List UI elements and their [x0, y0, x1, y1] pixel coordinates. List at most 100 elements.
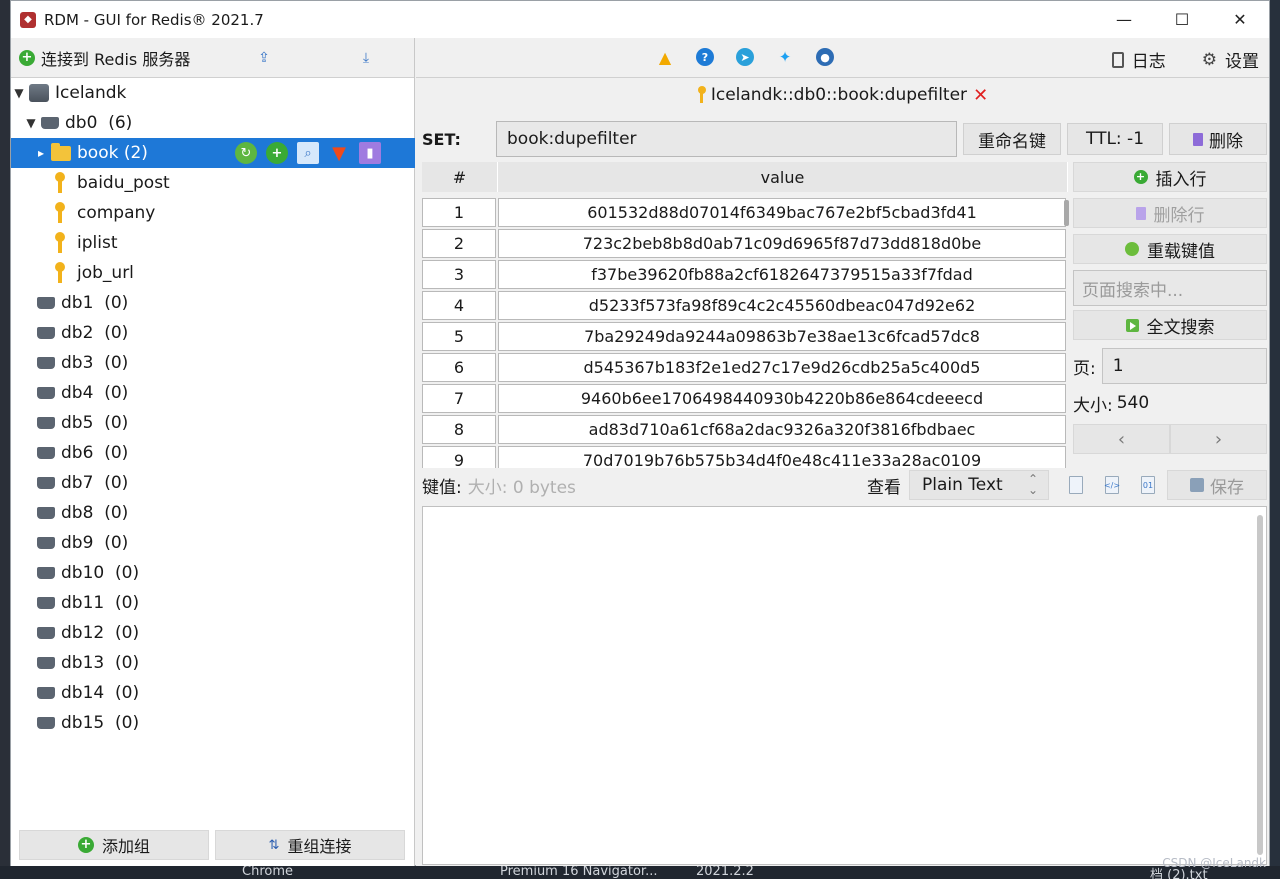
table-row[interactable]: 8 ad83d710a61cf68a2dac9326a320f3816fbdbae… — [422, 415, 1068, 446]
rename-key-button[interactable]: 重命名键 — [963, 123, 1061, 155]
page-search-input[interactable]: 页面搜索中... — [1073, 270, 1267, 306]
taskbar-item[interactable]: Premium 16 Navigator... — [500, 866, 657, 879]
warning-icon[interactable]: ▲ — [656, 48, 674, 67]
export-icon[interactable]: ⤓ — [357, 49, 375, 67]
github-icon[interactable]: ● — [816, 48, 834, 66]
copy-icon[interactable] — [1069, 476, 1083, 494]
value-label: 键值: — [422, 477, 462, 498]
collapse-arrow-icon[interactable]: ▸ — [35, 146, 47, 160]
tree-key-row[interactable]: job_url — [11, 258, 415, 288]
close-button[interactable]: ✕ — [1211, 1, 1269, 38]
row-value-cell[interactable]: d5233f573fa98f89c4c2c45560dbeac047d92e62 — [498, 291, 1066, 320]
tree-database-row[interactable]: db14 (0) — [11, 678, 415, 708]
database-icon — [37, 627, 55, 639]
insert-row-button[interactable]: + 插入行 — [1073, 162, 1267, 192]
expand-arrow-icon[interactable]: ▼ — [13, 86, 25, 100]
tree-key-row[interactable]: iplist — [11, 228, 415, 258]
row-value-cell[interactable]: d545367b183f2e1ed27c17e9d26cdb25a5c400d5 — [498, 353, 1066, 382]
table-row[interactable]: 1 601532d88d07014f6349bac767e2bf5cbad3fd4… — [422, 198, 1068, 229]
row-value-cell[interactable]: ad83d710a61cf68a2dac9326a320f3816fbdbaec — [498, 415, 1066, 444]
table-row[interactable]: 9 70d7019b76b575b34d4f0e48c411e33a28ac010… — [422, 446, 1068, 468]
ttl-button[interactable]: TTL: -1 — [1067, 123, 1163, 155]
tree-db0-row[interactable]: ▼ db0 (6) — [11, 108, 415, 138]
twitter-icon[interactable]: ✦ — [776, 48, 794, 66]
code-icon[interactable]: </> — [1104, 476, 1120, 494]
column-header-value[interactable]: value — [498, 162, 1068, 192]
tree-database-row[interactable]: db7 (0) — [11, 468, 415, 498]
binary-icon[interactable]: 01 — [1141, 476, 1155, 494]
reorder-connections-button[interactable]: ⇅ 重组连接 — [215, 830, 405, 860]
help-icon[interactable]: ? — [696, 48, 714, 66]
connect-server-button[interactable]: + 连接到 Redis 服务器 — [19, 46, 190, 70]
filter-icon[interactable]: ▼ — [328, 142, 350, 164]
connection-footer: + 添加组 ⇅ 重组连接 — [19, 830, 405, 860]
column-header-index[interactable]: # — [422, 162, 498, 192]
tree-folder-row[interactable]: ▸ book (2) ↻ + ⌕ ▼ ▮ — [11, 138, 415, 168]
plus-icon: + — [19, 49, 35, 66]
fulltext-search-button[interactable]: 全文搜索 — [1073, 310, 1267, 340]
table-row[interactable]: 7 9460b6ee1706498440930b4220b86e864cdeeec… — [422, 384, 1068, 415]
add-group-label: 添加组 — [101, 837, 150, 856]
tree-database-row[interactable]: db11 (0) — [11, 588, 415, 618]
reload-value-button[interactable]: 重载键值 — [1073, 234, 1267, 264]
key-name-field[interactable]: book:dupefilter — [496, 121, 957, 157]
table-row[interactable]: 3 f37be39620fb88a2cf6182647379515a33f7fda… — [422, 260, 1068, 291]
view-mode-select[interactable]: Plain Text ⌃ ⌄ — [909, 470, 1049, 500]
tree-database-row[interactable]: db5 (0) — [11, 408, 415, 438]
taskbar-item[interactable]: 2021.2.2 — [696, 866, 754, 879]
table-scrollbar[interactable] — [1064, 200, 1069, 226]
tree-database-row[interactable]: db3 (0) — [11, 348, 415, 378]
tree-key-row[interactable]: baidu_post — [11, 168, 415, 198]
delete-row-button[interactable]: 删除行 — [1073, 198, 1267, 228]
close-tab-icon[interactable]: ✕ — [973, 85, 988, 106]
analyze-icon[interactable]: ⌕ — [297, 142, 319, 164]
expand-arrow-icon[interactable]: ▼ — [25, 116, 37, 130]
telegram-icon[interactable]: ➤ — [736, 48, 754, 66]
tree-database-row[interactable]: db15 (0) — [11, 708, 415, 738]
delete-row-label: 删除行 — [1153, 205, 1205, 226]
tree-database-row[interactable]: db9 (0) — [11, 528, 415, 558]
row-value-cell[interactable]: 7ba29249da9244a09863b7e38ae13c6fcad57dc8 — [498, 322, 1066, 351]
delete-key-button[interactable]: 删除 — [1169, 123, 1267, 155]
delete-icon[interactable]: ▮ — [359, 142, 381, 164]
size-value: 540 — [1116, 393, 1150, 413]
tree-database-row[interactable]: db8 (0) — [11, 498, 415, 528]
table-row[interactable]: 5 7ba29249da9244a09863b7e38ae13c6fcad57dc… — [422, 322, 1068, 353]
tree-database-row[interactable]: db2 (0) — [11, 318, 415, 348]
table-row[interactable]: 6 d545367b183f2e1ed27c17e9d26cdb25a5c400d… — [422, 353, 1068, 384]
row-value-cell[interactable]: 9460b6ee1706498440930b4220b86e864cdeeecd — [498, 384, 1066, 413]
editor-scrollbar[interactable] — [1257, 515, 1263, 855]
tree-database-row[interactable]: db10 (0) — [11, 558, 415, 588]
toolbar-right: 日志 ⚙ 设置 — [1111, 47, 1259, 73]
taskbar-item[interactable]: Chrome — [242, 866, 293, 879]
row-value-cell[interactable]: 601532d88d07014f6349bac767e2bf5cbad3fd41 — [498, 198, 1066, 227]
row-value-cell[interactable]: 70d7019b76b575b34d4f0e48c411e33a28ac0109 — [498, 446, 1066, 468]
db-count: (0) — [104, 383, 129, 403]
settings-button[interactable]: ⚙ 设置 — [1202, 47, 1259, 73]
tree-database-row[interactable]: db6 (0) — [11, 438, 415, 468]
tree-server-row[interactable]: ▼ Icelandk — [11, 78, 415, 108]
log-button[interactable]: 日志 — [1111, 47, 1166, 72]
tree-database-row[interactable]: db13 (0) — [11, 648, 415, 678]
row-value-cell[interactable]: f37be39620fb88a2cf6182647379515a33f7fdad — [498, 260, 1066, 289]
previous-page-button[interactable]: ‹ — [1073, 424, 1170, 454]
tree-key-row[interactable]: company — [11, 198, 415, 228]
add-group-button[interactable]: + 添加组 — [19, 830, 209, 860]
value-editor[interactable] — [422, 506, 1267, 865]
table-row[interactable]: 4 d5233f573fa98f89c4c2c45560dbeac047d92e6… — [422, 291, 1068, 322]
tab-key-label[interactable]: Icelandk::db0::book:dupefilter — [711, 85, 967, 105]
add-key-icon[interactable]: + — [266, 142, 288, 164]
tree-database-row[interactable]: db4 (0) — [11, 378, 415, 408]
minimize-button[interactable]: — — [1095, 1, 1153, 38]
next-page-button[interactable]: › — [1170, 424, 1267, 454]
save-value-button[interactable]: 保存 — [1167, 470, 1267, 500]
table-row[interactable]: 2 723c2beb8b8d0ab71c09d6965f87d73dd818d0b… — [422, 229, 1068, 260]
reload-icon[interactable]: ↻ — [235, 142, 257, 164]
tree-database-row[interactable]: db12 (0) — [11, 618, 415, 648]
row-value-cell[interactable]: 723c2beb8b8d0ab71c09d6965f87d73dd818d0be — [498, 229, 1066, 258]
import-icon[interactable]: ⇪ — [255, 49, 273, 67]
maximize-button[interactable]: ☐ — [1153, 1, 1211, 38]
page-number-input[interactable]: 1 — [1101, 348, 1267, 384]
tree-database-row[interactable]: db1 (0) — [11, 288, 415, 318]
db-count: (0) — [104, 473, 129, 493]
